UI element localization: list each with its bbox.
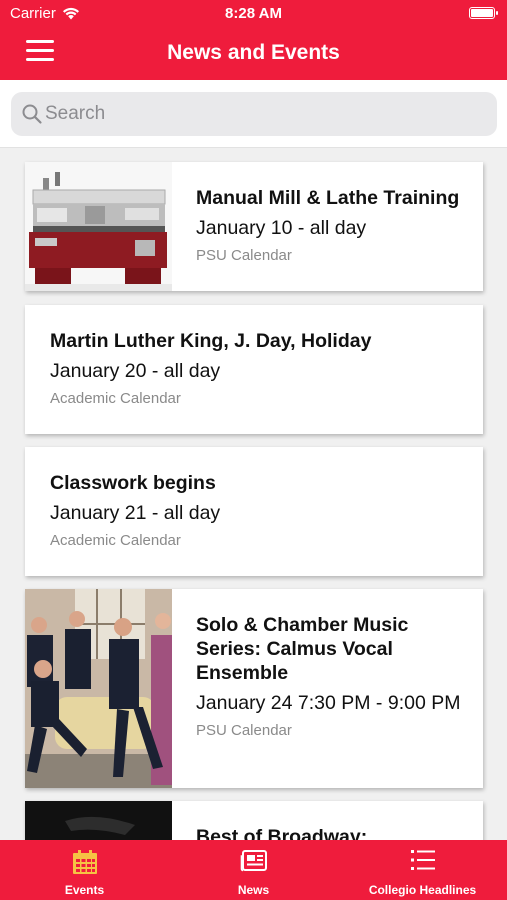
status-bar: Carrier 8:28 AM	[0, 0, 507, 28]
event-thumbnail-ensemble	[25, 589, 172, 788]
event-text: Best of Broadway:	[196, 825, 471, 840]
header-bar: Carrier 8:28 AM News and Events	[0, 0, 507, 80]
event-date: January 20 - all day	[50, 360, 221, 382]
event-source: Academic Calendar	[50, 390, 181, 407]
event-title: Solo & Chamber Music Series: Calmus Voca…	[196, 614, 409, 684]
event-date: January 24 7:30 PM - 9:00 PM	[196, 692, 461, 714]
list-icon	[410, 850, 435, 870]
event-title: Best of Broadway:	[196, 826, 368, 840]
search-input[interactable]	[45, 92, 485, 136]
event-card[interactable]: Classwork begins January 21 - all day Ac…	[25, 447, 483, 576]
tab-news-label: News	[237, 883, 270, 897]
event-date: January 10 - all day	[196, 217, 367, 239]
event-text: Martin Luther King, J. Day, Holiday Janu…	[50, 329, 471, 407]
event-card[interactable]: Best of Broadway:	[25, 801, 483, 840]
event-card[interactable]: Martin Luther King, J. Day, Holiday Janu…	[25, 305, 483, 434]
event-card[interactable]: Manual Mill & Lathe Training January 10 …	[25, 162, 483, 291]
tab-collegio-headlines[interactable]: Collegio Headlines	[338, 840, 507, 900]
event-title: Martin Luther King, J. Day, Holiday	[50, 330, 372, 352]
search-box[interactable]	[11, 92, 497, 136]
tab-events[interactable]: Events	[0, 840, 169, 900]
tab-events-label: Events	[64, 883, 105, 897]
tab-collegio-headlines-label: Collegio Headlines	[368, 883, 477, 897]
event-date: January 21 - all day	[50, 502, 221, 524]
event-text: Solo & Chamber Music Series: Calmus Voca…	[196, 613, 471, 739]
search-bar	[0, 80, 507, 148]
status-time: 8:28 AM	[225, 5, 282, 22]
event-title: Classwork begins	[50, 472, 216, 494]
event-source: PSU Calendar	[196, 247, 292, 264]
search-icon	[22, 104, 42, 124]
event-text: Manual Mill & Lathe Training January 10 …	[196, 186, 471, 264]
calendar-icon	[72, 850, 97, 874]
event-source: Academic Calendar	[50, 532, 181, 549]
event-title: Manual Mill & Lathe Training	[196, 187, 460, 209]
event-thumbnail-broadway	[25, 801, 172, 840]
events-list[interactable]: Manual Mill & Lathe Training January 10 …	[0, 148, 507, 840]
newspaper-icon	[240, 850, 267, 872]
battery-icon	[469, 7, 498, 19]
event-source: PSU Calendar	[196, 722, 292, 739]
tab-bar: Events News Collegio Headlines	[0, 840, 507, 900]
tab-news[interactable]: News	[169, 840, 338, 900]
event-thumbnail-lathe	[25, 162, 172, 291]
event-text: Classwork begins January 21 - all day Ac…	[50, 471, 471, 549]
event-card[interactable]: Solo & Chamber Music Series: Calmus Voca…	[25, 589, 483, 788]
page-title: News and Events	[167, 41, 340, 64]
